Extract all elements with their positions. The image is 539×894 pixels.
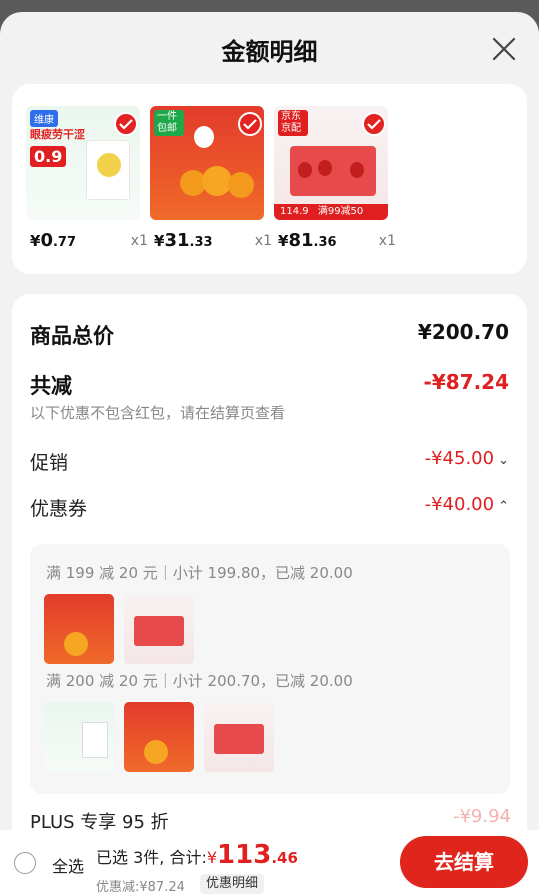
box-shape <box>290 146 376 196</box>
price-row: ¥31.33 x1 <box>154 230 272 252</box>
discount-line: 优惠减:¥87.24 <box>96 880 185 894</box>
product-item[interactable]: 一件包邮 ¥31.33 x1 <box>150 106 272 251</box>
sheet-header: 金额明细 <box>0 12 539 82</box>
goods-total-value: ¥200.70 <box>417 320 509 344</box>
price-row: ¥0.77 x1 <box>30 230 148 252</box>
product-item[interactable]: 京东京配 114.9 满99减50 ¥81.36 x1 <box>274 106 396 251</box>
product-item[interactable]: 维康 眼疲劳干涩 0.9 ¥0.77 x1 <box>26 106 148 251</box>
check-icon[interactable] <box>362 112 386 136</box>
product-price: ¥0.77 <box>30 230 76 251</box>
price-row: ¥81.36 x1 <box>278 230 396 252</box>
product-qty: x1 <box>130 233 148 249</box>
price-detail-card: 商品总价 ¥200.70 共减 -¥87.24 以下优惠不包含红包，请在结算页查… <box>12 294 527 894</box>
coupon-product-thumb <box>124 594 194 664</box>
sheet-title: 金额明细 <box>221 38 318 66</box>
product-badge: 0.9 <box>30 146 67 167</box>
product-qty: x1 <box>378 233 396 249</box>
check-icon[interactable] <box>238 112 262 136</box>
coupon-rule: 满 200 减 20 元｜小计 200.70，已减 20.00 <box>46 672 353 690</box>
chevron-up-icon[interactable]: ⌃ <box>498 499 509 514</box>
selected-summary: 已选 3件, 合计:¥113.46 <box>96 840 298 870</box>
checkout-button[interactable]: 去结算 <box>400 836 528 888</box>
coupon-rule: 满 199 减 20 元｜小计 199.80，已减 20.00 <box>46 564 353 582</box>
coupon-product-thumb <box>204 702 274 772</box>
coupon-product-thumb <box>44 702 114 772</box>
select-all-radio[interactable] <box>14 852 36 874</box>
coupon-product-thumb <box>44 594 114 664</box>
product-caption: 眼疲劳干涩 <box>30 128 85 141</box>
total-amount: 113 <box>217 840 272 870</box>
product-price: ¥81.36 <box>278 230 337 251</box>
total-discount-row: 共减 -¥87.24 <box>30 370 509 400</box>
product-list: 维康 眼疲劳干涩 0.9 ¥0.77 x1 一件包邮 ¥31.33 x1 京东京… <box>12 84 527 274</box>
brand-tag: 维康 <box>30 110 58 127</box>
promo-value-wrap: -¥45.00 ⌄ <box>425 448 509 469</box>
promo-value: -¥45.00 <box>424 448 495 469</box>
select-all-label[interactable]: 全选 <box>52 853 84 877</box>
coupon-value: -¥40.00 <box>424 494 495 515</box>
package-shape <box>86 140 130 200</box>
total-discount-value: -¥87.24 <box>423 370 509 394</box>
coupon-detail-box: 满 199 减 20 元｜小计 199.80，已减 20.00 满 200 减 … <box>30 544 510 794</box>
promo-row[interactable]: 促销 -¥45.00 ⌄ <box>30 448 509 478</box>
checkout-bar: 全选 已选 3件, 合计:¥113.46 优惠减:¥87.24 优惠明细 去结算 <box>0 830 539 894</box>
panda-logo <box>194 126 214 148</box>
discount-note: 以下优惠不包含红包，请在结算页查看 <box>30 404 286 422</box>
discount-detail-button[interactable]: 优惠明细 <box>200 874 265 894</box>
check-icon[interactable] <box>114 112 138 136</box>
coupon-value-wrap: -¥40.00 ⌃ <box>425 494 509 515</box>
coupon-row[interactable]: 优惠券 -¥40.00 ⌃ <box>30 494 509 524</box>
coupon-product-thumb <box>124 702 194 772</box>
product-tag: 一件包邮 <box>154 110 184 136</box>
product-tag: 京东京配 <box>278 110 308 136</box>
total-discount-label: 共减 <box>30 374 72 398</box>
promo-label: 促销 <box>30 452 69 474</box>
chevron-down-icon[interactable]: ⌄ <box>498 453 509 468</box>
close-icon[interactable] <box>491 36 517 62</box>
product-price: ¥31.33 <box>154 230 213 251</box>
goods-total-row: 商品总价 ¥200.70 <box>30 320 509 350</box>
product-qty: x1 <box>254 233 272 249</box>
goods-total-label: 商品总价 <box>30 324 114 348</box>
coupon-label: 优惠券 <box>30 498 88 520</box>
price-banner: 114.9 满99减50 <box>274 204 388 220</box>
amount-detail-sheet: 金额明细 维康 眼疲劳干涩 0.9 ¥0.77 x1 一件包邮 ¥31.33 x… <box>0 12 539 894</box>
plus-discount-value: -¥9.94 <box>452 806 511 827</box>
